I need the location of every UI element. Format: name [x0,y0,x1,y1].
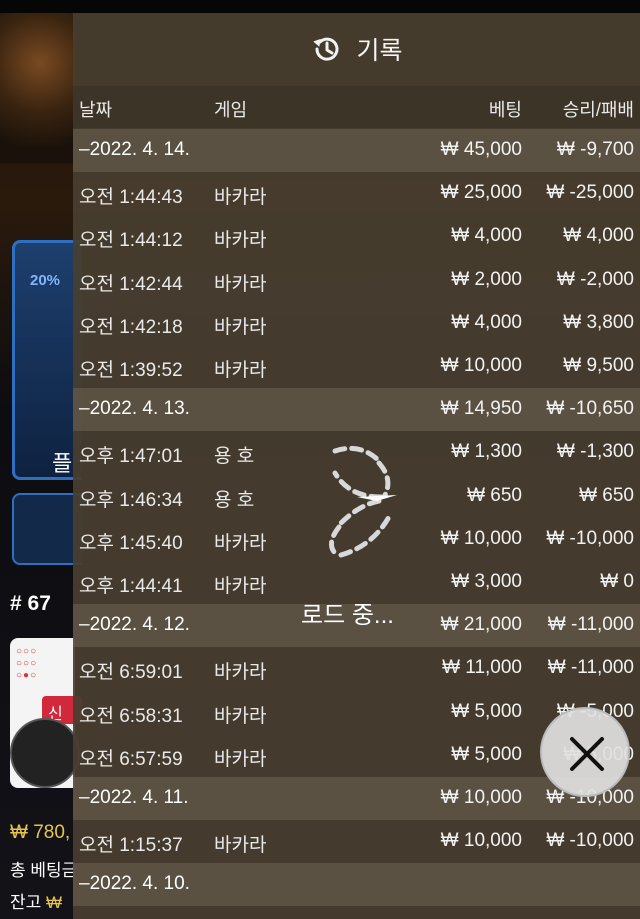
time-cell: 오전 1:39:52 [79,360,183,381]
result-cell: ₩ -25,000 [546,182,634,204]
time-cell: 오후 1:44:41 [79,576,183,597]
result-cell: ₩ 4,000 [563,225,634,247]
result-cell: ₩ 0 [600,571,634,592]
column-headers: 날짜 게임 베팅 승리/패배 [73,86,640,128]
status-bar [0,0,640,13]
game-cell: 바카라 [214,316,267,338]
history-header: 기록 [73,13,640,85]
history-row: 오전 1:44:43 바카라 ₩ 25,000 ₩ -25,000 [73,172,640,215]
date-label: –2022. 4. 14. [79,139,190,160]
header-bet: 베팅 [488,100,522,120]
game-cell: 바카라 [214,230,267,252]
time-cell: 오후 1:47:01 [79,446,183,468]
close-button[interactable] [540,707,630,797]
history-row: 오전 1:44:12 바카라 ₩ 4,000 ₩ 4,000 [73,215,640,258]
bet-cell: ₩ 4,000 [451,225,522,247]
game-cell: 바카라 [214,532,267,554]
bet-cell: ₩ 4,000 [451,311,522,333]
bet-cell: ₩ 11,000 [442,657,522,679]
time-cell: 오전 6:58:31 [79,705,183,727]
bet-cell: ₩ 45,000 [440,139,522,160]
game-cell: 바카라 [214,576,267,597]
result-cell: ₩ 650 [579,484,634,506]
history-row: 오전 1:15:37 바카라 ₩ 10,000 ₩ -10,000 [73,820,640,863]
game-cell: 바카라 [214,360,267,381]
table-card[interactable]: ○○○ ○○○ ○●○ 신 [10,638,82,788]
game-cell: 바카라 [214,835,267,857]
road-map: ○○○ ○○○ ○●○ [16,646,38,681]
date-label: –2022. 4. 10. [79,873,190,895]
secondary-button[interactable] [12,493,82,565]
result-cell: ₩ -2,000 [556,268,634,290]
close-icon [570,737,604,771]
time-cell: 오후 1:45:40 [79,532,183,554]
bet-cell: ₩ 2,000 [451,268,522,290]
bet-cell: ₩ 5,000 [451,743,522,765]
date-group-row[interactable]: –2022. 4. 10. [73,863,640,907]
date-group-row[interactable]: –2022. 4. 14. ₩ 45,000 ₩ -9,700 [73,129,640,172]
bet-cell: ₩ 650 [467,484,522,506]
date-label: –2022. 4. 11. [79,787,189,808]
game-cell: 바카라 [214,273,267,295]
panel-title: 기록 [356,37,403,65]
history-row: 오전 1:39:52 바카라 ₩ 10,000 ₩ 9,500 [73,345,640,388]
round-number: # 67 [10,592,51,615]
result-cell: ₩ 3,800 [563,311,634,333]
result-cell: ₩ -10,000 [546,527,634,549]
game-cell: 바카라 [214,705,267,727]
header-game: 게임 [214,100,248,120]
loading-overlay: 로드 중... [301,445,471,629]
history-row: 오전 1:42:44 바카라 ₩ 2,000 ₩ -2,000 [73,259,640,302]
time-cell: 오전 6:59:01 [79,662,183,684]
game-cell: 용 호 [214,446,255,468]
date-label: –2022. 4. 13. [79,398,190,420]
balance-currency: ₩ [46,893,63,912]
bet-cell: ₩ 10,000 [440,355,522,376]
loading-spinner-icon [329,445,397,558]
dealer-avatar [10,718,80,788]
game-cell: 바카라 [214,187,267,209]
time-cell: 오전 6:57:59 [79,748,183,770]
result-cell: ₩ -9,700 [556,139,634,160]
table-balance: ₩ 780, [10,822,71,843]
header-date: 날짜 [79,100,113,120]
result-cell: ₩ 9,500 [563,355,634,376]
bet-cell: ₩ 10,000 [440,830,522,852]
game-cell: 용 호 [214,489,255,511]
play-button-label[interactable]: 플 [52,446,72,478]
time-cell: 오전 1:42:18 [79,316,183,338]
result-cell: ₩ -1,300 [556,441,634,463]
bet-cell: ₩ 10,000 [440,787,522,808]
casino-lights-image [0,13,75,163]
balance-row: 잔고 ₩ [10,888,62,913]
bet-cell: ₩ 25,000 [440,182,522,204]
time-cell: 오전 1:42:44 [79,273,183,295]
header-result: 승리/패배 [562,100,634,120]
progress-badge: 20% [30,272,61,289]
history-icon [313,37,339,61]
total-bet-label: 총 베팅금 [10,861,78,880]
time-cell: 오전 1:44:12 [79,230,183,252]
history-row: 오전 1:42:18 바카라 ₩ 4,000 ₩ 3,800 [73,302,640,345]
loading-text: 로드 중... [301,602,394,629]
result-cell: ₩ -11,000 [547,657,634,679]
result-cell: ₩ -10,650 [546,398,634,420]
game-cell: 바카라 [214,662,267,684]
balance-label: 잔고 [10,893,42,912]
time-cell: 오전 1:15:37 [79,835,183,857]
game-cell: 바카라 [214,748,267,770]
bet-cell: ₩ 5,000 [451,700,522,722]
result-cell: ₩ -11,000 [547,614,634,636]
history-row: 오전 6:59:01 바카라 ₩ 11,000 ₩ -11,000 [73,647,640,690]
time-cell: 오후 1:46:34 [79,489,183,511]
time-cell: 오전 1:44:43 [79,187,183,209]
date-label: –2022. 4. 12. [79,614,190,636]
result-cell: ₩ -10,000 [546,830,634,852]
bet-cell: ₩ 14,950 [440,398,522,420]
date-group-row[interactable]: –2022. 4. 13. ₩ 14,950 ₩ -10,650 [73,388,640,432]
